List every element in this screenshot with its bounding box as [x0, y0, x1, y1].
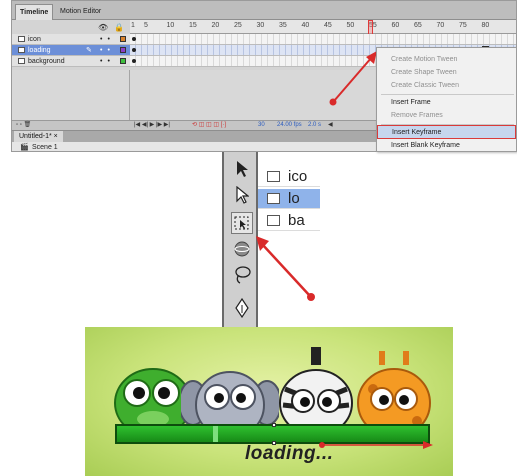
onion-skin-icons[interactable]: ⟲ ◫ ◫ ◫ [·] — [192, 121, 226, 130]
loading-artwork: loading... — [85, 327, 453, 476]
frame-number: 15 — [189, 22, 197, 29]
subselection-tool-button[interactable] — [231, 184, 253, 206]
tab-motion-editor[interactable]: Motion Editor — [56, 4, 105, 20]
menu-insert-keyframe[interactable]: Insert Keyframe — [377, 125, 516, 139]
layer-toggle-dots[interactable]: •• — [100, 45, 115, 56]
layer-row-icon[interactable]: icon •• — [12, 34, 130, 45]
arrow-pointer-icon — [237, 161, 248, 177]
hollow-arrow-icon — [236, 186, 249, 204]
menu-create-motion-tween[interactable]: Create Motion Tween — [377, 53, 516, 66]
frame-rate[interactable]: 24.00 fps — [277, 121, 302, 130]
tab-timeline[interactable]: Timeline — [15, 4, 54, 20]
frame-number: 30 — [256, 22, 265, 29]
layer-row-background[interactable]: background •• — [12, 56, 130, 67]
playback-controls[interactable]: |◀ ◀| ▶ |▶ ▶| — [134, 121, 170, 130]
lasso-icon — [235, 266, 251, 284]
layer-icon — [18, 36, 25, 43]
layer-icon — [18, 47, 25, 54]
frame-number: 5 — [144, 22, 148, 29]
layer-color-swatch[interactable] — [120, 36, 126, 42]
annotation-arrow — [319, 441, 433, 449]
frame-number: 40 — [301, 22, 310, 29]
frame-number: 10 — [166, 22, 175, 29]
layer-row-loading-zoom[interactable]: lo — [258, 189, 320, 209]
frame-ruler[interactable]: 1 5 10 15 20 25 30 35 40 45 50 55 60 65 70 75 80 — [130, 20, 516, 34]
keyframe-dot[interactable] — [132, 37, 136, 41]
annotation-arrow — [256, 236, 315, 301]
3d-rotation-icon — [234, 241, 250, 257]
loading-bar-highlight — [213, 426, 218, 442]
pencil-icon: ✎ — [86, 47, 92, 54]
frame-number: 25 — [234, 22, 242, 29]
current-frame[interactable]: 30 — [258, 121, 265, 130]
layer-icon — [18, 58, 25, 65]
tools-panel: ico lo ba — [222, 152, 320, 327]
lock-icon[interactable]: 🔒 — [114, 23, 130, 32]
scene-label[interactable]: Scene 1 — [32, 144, 58, 151]
layer-color-swatch[interactable] — [120, 47, 126, 53]
menu-remove-frames[interactable]: Remove Frames — [377, 109, 516, 122]
menu-insert-frame[interactable]: Insert Frame — [377, 96, 516, 109]
scene-icon: 🎬 — [20, 144, 29, 151]
layer-color-swatch[interactable] — [120, 58, 126, 64]
keyframe-dot[interactable] — [132, 59, 136, 63]
menu-create-classic-tween[interactable]: Create Classic Tween — [377, 79, 516, 92]
layer-name: ico — [288, 168, 308, 185]
elapsed-time: 2.0 s — [308, 122, 322, 128]
frame-number: 50 — [346, 22, 355, 29]
layer-name: background — [28, 58, 65, 65]
layer-list-empty-area — [12, 70, 130, 120]
selection-tool-button[interactable] — [231, 158, 253, 180]
frame-number: 1 — [131, 22, 135, 29]
keyframe-dot[interactable] — [132, 48, 136, 52]
context-menu: Create Motion Tween Create Shape Tween C… — [376, 47, 517, 152]
layer-toggle-dots[interactable]: •• — [100, 56, 115, 67]
scroll-left-icon[interactable]: ◀ — [328, 121, 333, 130]
annotation-arrow — [329, 51, 377, 106]
layer-name: icon — [28, 36, 41, 43]
layer-icon — [267, 193, 280, 204]
free-transform-tool-button[interactable] — [231, 212, 253, 234]
layer-name: lo — [288, 190, 300, 207]
transform-handle[interactable] — [272, 423, 276, 427]
layer-name: loading — [28, 47, 51, 54]
menu-insert-blank-keyframe[interactable]: Insert Blank Keyframe — [377, 139, 516, 152]
timeline-tab-bar: Timeline Motion Editor — [12, 1, 516, 20]
frame-number: 45 — [324, 22, 332, 29]
menu-separator — [381, 94, 514, 95]
free-transform-icon — [234, 216, 249, 230]
layer-icon — [267, 171, 280, 182]
frame-number: 70 — [436, 22, 445, 29]
pen-nib-icon — [235, 298, 249, 318]
frame-number: 20 — [211, 22, 220, 29]
layer-row-icon-zoom[interactable]: ico — [258, 167, 320, 187]
layer-name: ba — [288, 212, 305, 229]
menu-create-shape-tween[interactable]: Create Shape Tween — [377, 66, 516, 79]
frame-number: 75 — [459, 22, 467, 29]
layer-row-background-zoom[interactable]: ba — [258, 211, 320, 231]
frame-number: 80 — [481, 22, 490, 29]
frames-row-icon[interactable] — [130, 34, 516, 45]
new-layer-icon[interactable]: ▫ ▫ 🗑 — [16, 121, 31, 130]
frame-number: 60 — [391, 22, 400, 29]
frame-number: 35 — [279, 22, 287, 29]
layer-row-loading[interactable]: loading ✎ •• — [12, 45, 130, 56]
layer-icon — [267, 215, 280, 226]
layer-toggle-dots[interactable]: •• — [100, 34, 115, 45]
eye-icon[interactable]: 👁 — [98, 23, 114, 32]
frame-number: 65 — [414, 22, 422, 29]
